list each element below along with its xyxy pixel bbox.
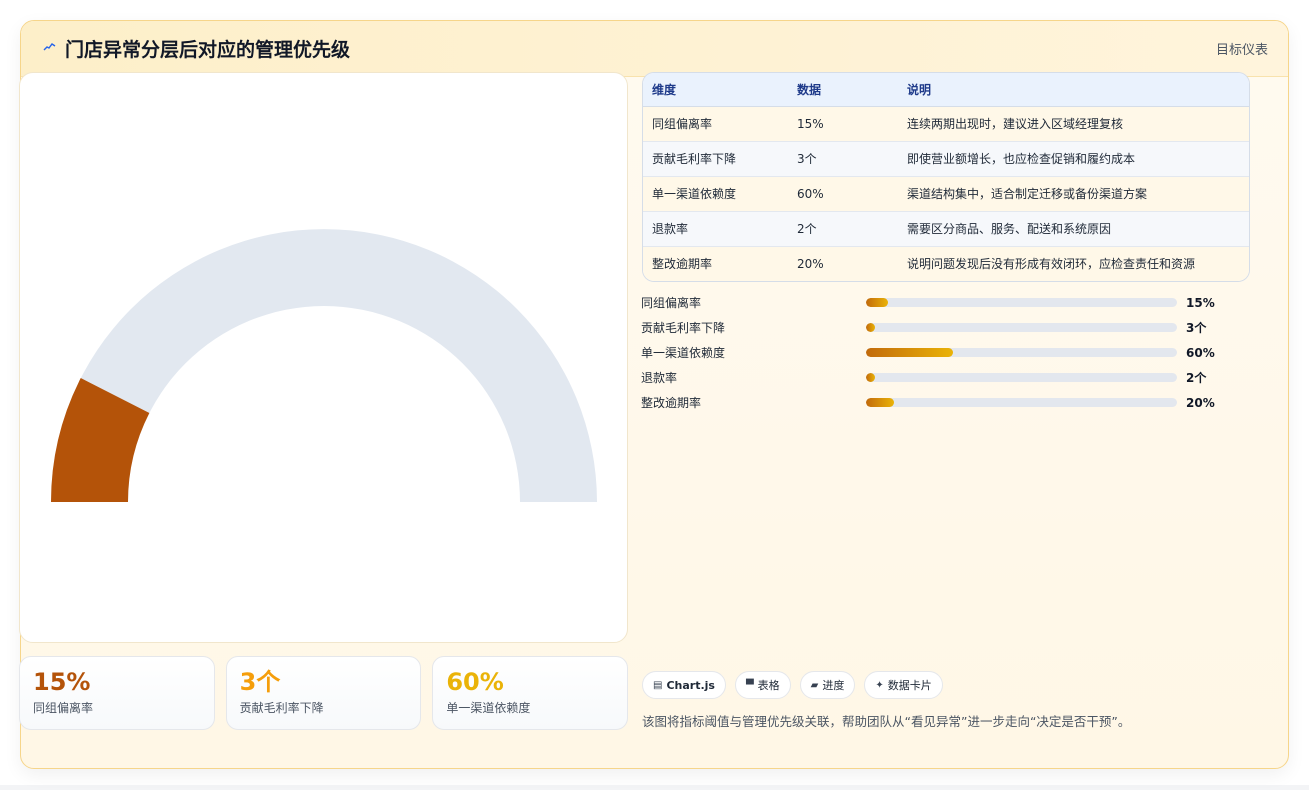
gauge-chart-panel (19, 72, 628, 643)
progress-row: 整改逾期率 20% (641, 390, 1241, 415)
card-header: 门店异常分层后对应的管理优先级 目标仪表 (21, 21, 1288, 77)
progress-row: 单一渠道依赖度 60% (641, 340, 1241, 365)
sparkle-icon: ✦ (875, 679, 884, 691)
kpi-value: 60% (446, 668, 504, 696)
dashboard-link[interactable]: 目标仪表 (1216, 39, 1268, 58)
progress-row: 贡献毛利率下降 3个 (641, 315, 1241, 340)
table-cell: 15% (788, 106, 898, 142)
progress-track (866, 298, 1177, 307)
progress-label: 退款率 (641, 371, 678, 385)
progress-track (866, 373, 1177, 382)
progress-bars: 同组偏离率 15% 贡献毛利率下降 3个 单一渠道依赖度 60% 退款率 2个 … (641, 290, 1241, 415)
progress-value: 2个 (1186, 371, 1207, 385)
table-cell: 20% (788, 246, 898, 281)
tag-chips: ▤ Chart.js ▀ 表格 ▰ 进度 ✦ 数据卡片 (642, 671, 943, 699)
chip-label: 表格 (757, 679, 780, 692)
progress-value: 3个 (1186, 321, 1207, 335)
footnote-text: 该图将指标阈值与管理优先级关联，帮助团队从“看见异常”进一步走向“决定是否干预”… (642, 714, 1131, 729)
table-cell: 说明问题发现后没有形成有效闭环，应检查责任和资源 (898, 246, 1249, 281)
kpi-value: 15% (33, 668, 91, 696)
progress-label: 贡献毛利率下降 (641, 321, 726, 335)
chip-data-card[interactable]: ✦ 数据卡片 (864, 671, 943, 699)
column-header: 说明 (898, 73, 1249, 107)
chart-icon: ▤ (653, 679, 663, 691)
progress-fill (866, 348, 954, 357)
progress-fill (866, 398, 894, 407)
progress-track (866, 348, 1177, 357)
kpi-cards: 15% 同组偏离率 3个 贡献毛利率下降 60% 单一渠道依赖度 (19, 656, 629, 730)
kpi-card: 15% 同组偏离率 (19, 656, 215, 730)
kpi-label: 同组偏离率 (33, 701, 94, 715)
kpi-label: 单一渠道依赖度 (446, 701, 531, 715)
column-header: 数据 (788, 73, 898, 107)
column-header: 维度 (643, 73, 788, 107)
title-group: 门店异常分层后对应的管理优先级 (43, 35, 350, 62)
progress-track (866, 398, 1177, 407)
table-row: 退款率 2个 需要区分商品、服务、配送和系统原因 (643, 211, 1249, 247)
table-row: 贡献毛利率下降 3个 即使营业额增长，也应检查促销和履约成本 (643, 141, 1249, 177)
progress-label: 单一渠道依赖度 (641, 346, 726, 360)
progress-fill (866, 298, 888, 307)
table-row: 单一渠道依赖度 60% 渠道结构集中，适合制定迁移或备份渠道方案 (643, 176, 1249, 212)
progress-icon: ▰ (810, 679, 819, 691)
gauge-track (51, 229, 597, 502)
table-cell: 即使营业额增长，也应检查促销和履约成本 (898, 141, 1249, 177)
progress-label: 同组偏离率 (641, 296, 702, 310)
table-icon: ▀ (745, 679, 754, 691)
table-cell: 连续两期出现时，建议进入区域经理复核 (898, 106, 1249, 142)
table-cell: 需要区分商品、服务、配送和系统原因 (898, 211, 1249, 247)
metrics-table: 维度 数据 说明 同组偏离率 15% 连续两期出现时，建议进入区域经理复核 贡献… (642, 72, 1250, 282)
sparkline-icon (43, 41, 57, 56)
chip-label: Chart.js (666, 678, 715, 692)
kpi-card: 3个 贡献毛利率下降 (225, 656, 422, 730)
progress-value: 15% (1186, 295, 1215, 310)
table-cell: 退款率 (643, 211, 788, 247)
table-cell: 2个 (788, 211, 898, 247)
chip-label: 数据卡片 (887, 679, 932, 692)
kpi-value: 3个 (239, 668, 281, 696)
progress-label: 整改逾期率 (641, 396, 702, 410)
progress-value: 60% (1186, 345, 1215, 360)
table-row: 同组偏离率 15% 连续两期出现时，建议进入区域经理复核 (643, 106, 1249, 142)
progress-row: 退款率 2个 (641, 365, 1241, 390)
gauge-chart (51, 229, 597, 502)
table-cell: 60% (788, 176, 898, 212)
table-row: 整改逾期率 20% 说明问题发现后没有形成有效闭环，应检查责任和资源 (643, 246, 1249, 281)
table-cell: 单一渠道依赖度 (643, 176, 788, 212)
chip-table[interactable]: ▀ 表格 (734, 671, 791, 699)
kpi-card: 60% 单一渠道依赖度 (432, 656, 629, 730)
page-title: 门店异常分层后对应的管理优先级 (65, 39, 351, 61)
table-cell: 整改逾期率 (643, 246, 788, 281)
progress-fill (866, 373, 876, 382)
table-cell: 3个 (788, 141, 898, 177)
table-header-row: 维度 数据 说明 (643, 73, 1249, 107)
progress-value: 20% (1186, 395, 1215, 410)
progress-track (866, 323, 1177, 332)
table-cell: 同组偏离率 (643, 106, 788, 142)
chip-label: 进度 (822, 679, 845, 692)
chip-chartjs[interactable]: ▤ Chart.js (642, 671, 726, 699)
progress-row: 同组偏离率 15% (641, 290, 1241, 315)
table-cell: 贡献毛利率下降 (643, 141, 788, 177)
progress-fill (866, 323, 876, 332)
table-cell: 渠道结构集中，适合制定迁移或备份渠道方案 (898, 176, 1249, 212)
chip-progress[interactable]: ▰ 进度 (799, 671, 856, 699)
kpi-label: 贡献毛利率下降 (239, 701, 324, 715)
